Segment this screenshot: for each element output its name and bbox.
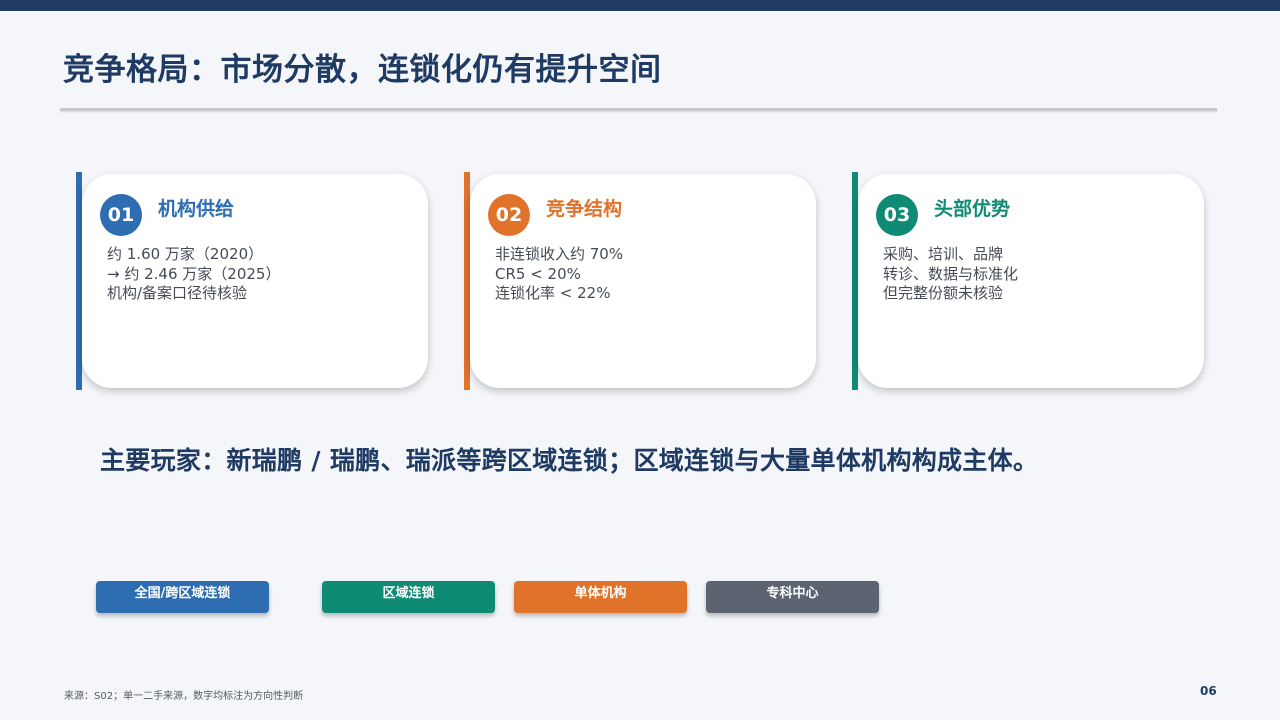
- category-chip-national: 全国/跨区域连锁: [96, 581, 269, 613]
- card-title: 机构供给: [158, 198, 235, 220]
- card-title: 头部优势: [934, 198, 1011, 220]
- top-accent-bar: [0, 0, 1280, 11]
- category-chip-single: 单体机构: [514, 581, 687, 613]
- card-line: 但完整份额未核验: [883, 284, 1004, 302]
- card-number-badge: 02: [488, 194, 530, 236]
- card-line: → 约 2.46 万家（2025）: [107, 264, 281, 283]
- card-number-badge: 01: [100, 194, 142, 236]
- key-players-statement: 主要玩家：新瑞鹏 / 瑞鹏、瑞派等跨区域连锁；区域连锁与大量单体机构构成主体。: [100, 446, 1039, 475]
- slide-title: 竞争格局：市场分散，连锁化仍有提升空间: [63, 52, 662, 88]
- card-line: 采购、培训、品牌: [883, 245, 1004, 263]
- card-title: 竞争结构: [546, 198, 623, 220]
- card-competition: 02 竞争结构 非连锁收入约 70% CR5 < 20% 连锁化率 < 22%: [470, 174, 816, 388]
- card-body: 约 1.60 万家（2020） → 约 2.46 万家（2025） 机构/备案口…: [107, 245, 280, 304]
- category-chip-specialty: 专科中心: [706, 581, 879, 613]
- card-supply: 01 机构供给 约 1.60 万家（2020） → 约 2.46 万家（2025…: [82, 174, 428, 388]
- card-line: 转诊、数据与标准化: [883, 264, 1019, 283]
- card-number-badge: 03: [876, 194, 918, 236]
- footer-source: 来源：S02；单一二手来源，数字均标注为方向性判断: [64, 691, 304, 702]
- card-body: 非连锁收入约 70% CR5 < 20% 连锁化率 < 22%: [495, 245, 623, 304]
- title-divider: [60, 108, 1217, 111]
- card-line: 连锁化率 < 22%: [495, 284, 611, 302]
- category-chip-regional: 区域连锁: [322, 581, 495, 613]
- card-line: CR5 < 20%: [495, 264, 581, 283]
- card-line: 约 1.60 万家（2020）: [107, 245, 264, 263]
- page-number: 06: [1200, 684, 1217, 698]
- card-body: 采购、培训、品牌 转诊、数据与标准化 但完整份额未核验: [883, 245, 1018, 304]
- card-line: 非连锁收入约 70%: [495, 245, 624, 263]
- card-leaders: 03 头部优势 采购、培训、品牌 转诊、数据与标准化 但完整份额未核验: [858, 174, 1204, 388]
- card-line: 机构/备案口径待核验: [107, 284, 248, 302]
